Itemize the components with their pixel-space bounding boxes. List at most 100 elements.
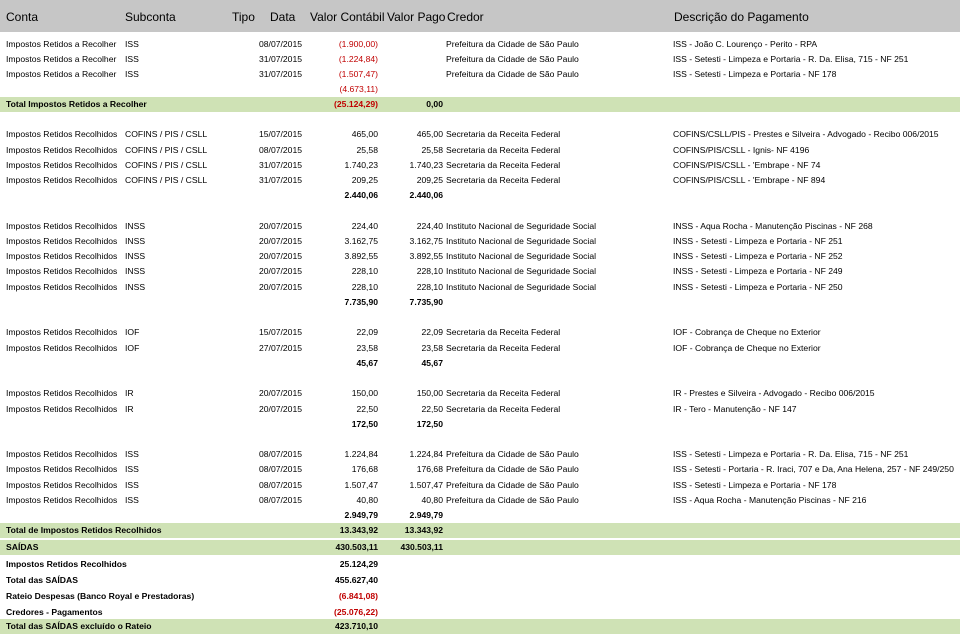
cell-credor: Secretaria da Receita Federal bbox=[446, 327, 561, 337]
cell-subconta: IR bbox=[125, 388, 134, 398]
cell-descricao: ISS - Setesti - Limpeza e Portaria - NF … bbox=[673, 69, 837, 79]
cell-credor: Prefeitura da Cidade de São Paulo bbox=[446, 69, 579, 79]
cell-data: 31/07/2015 bbox=[259, 54, 303, 64]
cell-valor-pago: 430.503,11 bbox=[400, 542, 443, 552]
cell-subconta: ISS bbox=[125, 69, 139, 79]
cell-descricao: COFINS/PIS/CSLL - 'Embrape - NF 894 bbox=[673, 175, 826, 185]
cell-data: 20/07/2015 bbox=[259, 266, 303, 276]
cell-subconta: COFINS / PIS / CSLL bbox=[125, 129, 208, 139]
table-row: Total Impostos Retidos a Recolher (25.124… bbox=[0, 97, 960, 112]
cell-credor: Prefeitura da Cidade de São Paulo bbox=[446, 39, 579, 49]
cell-conta: Total Impostos Retidos a Recolher bbox=[6, 99, 147, 109]
cell-data: 20/07/2015 bbox=[259, 388, 303, 398]
cell-valor-contabil: (25.124,29) bbox=[334, 99, 378, 109]
cell-valor-pago: 1.224,84 bbox=[409, 449, 443, 459]
cell-data: 20/07/2015 bbox=[259, 282, 303, 292]
header-valor-contabil[interactable]: Valor Contábil bbox=[310, 0, 384, 32]
cell-descricao: COFINS/CSLL/PIS - Prestes e Silveira - A… bbox=[673, 129, 939, 139]
cell-credor: Secretaria da Receita Federal bbox=[446, 160, 561, 170]
cell-valor-pago: 25,58 bbox=[421, 145, 443, 155]
cell-descricao: COFINS/PIS/CSLL - Ignis- NF 4196 bbox=[673, 145, 810, 155]
header-conta[interactable]: Conta bbox=[6, 0, 38, 32]
header-valor-pago[interactable]: Valor Pago bbox=[387, 0, 445, 32]
cell-credor: Instituto Nacional de Seguridade Social bbox=[446, 221, 597, 231]
cell-valor-contabil: 1.740,23 bbox=[344, 160, 378, 170]
table-row: Impostos Retidos Recolhidos INSS 20/07/201… bbox=[0, 249, 960, 264]
cell-valor-pago bbox=[380, 589, 443, 604]
cell-subconta: IOF bbox=[125, 327, 140, 337]
table-row: Impostos Retidos Recolhidos ISS 08/07/2015… bbox=[0, 462, 960, 477]
cell-subconta: IR bbox=[125, 404, 134, 414]
table-row: Impostos Retidos Recolhidos 25.124,29 bbox=[0, 557, 960, 572]
cell-valor-contabil: 1.507,47 bbox=[344, 480, 378, 490]
cell-conta: Impostos Retidos Recolhidos bbox=[6, 404, 118, 414]
cell-valor-contabil: 423.710,10 bbox=[334, 621, 378, 631]
cell-descricao: IR - Prestes e Silveira - Advogado - Rec… bbox=[673, 388, 875, 398]
cell-credor: Prefeitura da Cidade de São Paulo bbox=[446, 464, 579, 474]
cell-descricao: IOF - Cobrança de Cheque no Exterior bbox=[673, 327, 821, 337]
cell-valor-pago: 7.735,90 bbox=[409, 297, 443, 307]
cell-credor: Secretaria da Receita Federal bbox=[446, 388, 561, 398]
cell-subconta: ISS bbox=[125, 464, 139, 474]
cell-valor-pago: 1.507,47 bbox=[409, 480, 443, 490]
table-row: Impostos Retidos Recolhidos ISS 08/07/2015… bbox=[0, 478, 960, 493]
table-row: Rateio Despesas (Banco Royal e Prestador… bbox=[0, 589, 960, 604]
cell-subconta: INSS bbox=[125, 266, 146, 276]
cell-credor: Prefeitura da Cidade de São Paulo bbox=[446, 54, 579, 64]
cell-conta: Total das SAÍDAS bbox=[6, 575, 78, 585]
cell-conta: Impostos Retidos Recolhidos bbox=[6, 495, 118, 505]
cell-valor-contabil: 209,25 bbox=[351, 175, 378, 185]
cell-subconta: IOF bbox=[125, 343, 140, 353]
header-subconta[interactable]: Subconta bbox=[125, 0, 176, 32]
cell-data: 27/07/2015 bbox=[259, 343, 303, 353]
cell-conta: Impostos Retidos a Recolher bbox=[6, 54, 117, 64]
cell-valor-contabil: 176,68 bbox=[351, 464, 378, 474]
cell-subconta: INSS bbox=[125, 221, 146, 231]
cell-conta: Impostos Retidos Recolhidos bbox=[6, 480, 118, 490]
cell-data: 08/07/2015 bbox=[259, 464, 303, 474]
cell-valor-contabil: 7.735,90 bbox=[344, 297, 378, 307]
header-tipo[interactable]: Tipo bbox=[232, 0, 255, 32]
header-data[interactable]: Data bbox=[270, 0, 295, 32]
cell-valor-pago bbox=[380, 67, 443, 82]
cell-conta: Total das SAÍDAS excluído o Rateio bbox=[6, 621, 152, 631]
cell-credor: Instituto Nacional de Seguridade Social bbox=[446, 282, 597, 292]
cell-valor-pago: 150,00 bbox=[416, 388, 443, 398]
cell-valor-contabil: (4.673,11) bbox=[339, 84, 378, 94]
cell-data: 15/07/2015 bbox=[259, 327, 303, 337]
table-row: (4.673,11) bbox=[0, 82, 960, 97]
table-row: Credores - Pagamentos (25.076,22) bbox=[0, 605, 960, 620]
cell-subconta: COFINS / PIS / CSLL bbox=[125, 175, 208, 185]
cell-valor-contabil: 1.224,84 bbox=[344, 449, 378, 459]
cell-conta: Impostos Retidos Recolhidos bbox=[6, 236, 118, 246]
cell-credor: Secretaria da Receita Federal bbox=[446, 343, 561, 353]
cell-credor: Secretaria da Receita Federal bbox=[446, 145, 561, 155]
cell-descricao: INSS - Setesti - Limpeza e Portaria - NF… bbox=[673, 251, 843, 261]
cell-descricao: ISS - João C. Lourenço - Perito - RPA bbox=[673, 39, 818, 49]
header-credor[interactable]: Credor bbox=[447, 0, 484, 32]
cell-descricao: INSS - Setesti - Limpeza e Portaria - NF… bbox=[673, 282, 843, 292]
cell-descricao: ISS - Setesti - Limpeza e Portaria - NF … bbox=[673, 480, 837, 490]
table-header: Conta Subconta Tipo Data Valor Contábil … bbox=[0, 0, 960, 32]
table-row: Impostos Retidos a Recolher ISS 31/07/2015… bbox=[0, 52, 960, 67]
cell-valor-contabil: (6.841,08) bbox=[338, 591, 378, 601]
cell-conta: Impostos Retidos Recolhidos bbox=[6, 282, 118, 292]
cell-conta: Total de Impostos Retidos Recolhidos bbox=[6, 525, 162, 535]
cell-conta: Impostos Retidos Recolhidos bbox=[6, 559, 127, 569]
table-row: 172,50 172,50 bbox=[0, 417, 960, 432]
cell-valor-pago: 228,10 bbox=[416, 282, 443, 292]
cell-data: 20/07/2015 bbox=[259, 221, 303, 231]
cell-conta: Impostos Retidos Recolhidos bbox=[6, 343, 118, 353]
cell-valor-pago: 40,80 bbox=[421, 495, 443, 505]
cell-descricao: IOF - Cobrança de Cheque no Exterior bbox=[673, 343, 821, 353]
cell-valor-pago bbox=[380, 573, 443, 588]
table-row: Total de Impostos Retidos Recolhidos 13.3… bbox=[0, 523, 960, 538]
cell-valor-contabil: 150,00 bbox=[351, 388, 378, 398]
cell-conta: Credores - Pagamentos bbox=[6, 607, 103, 617]
header-descricao[interactable]: Descrição do Pagamento bbox=[674, 0, 809, 32]
cell-data: 31/07/2015 bbox=[259, 175, 303, 185]
cell-subconta: ISS bbox=[125, 480, 139, 490]
cell-credor: Secretaria da Receita Federal bbox=[446, 404, 561, 414]
cell-descricao: ISS - Setesti - Portaria - R. Iraci, 707… bbox=[673, 464, 954, 474]
table-row: Impostos Retidos Recolhidos INSS 20/07/201… bbox=[0, 264, 960, 279]
